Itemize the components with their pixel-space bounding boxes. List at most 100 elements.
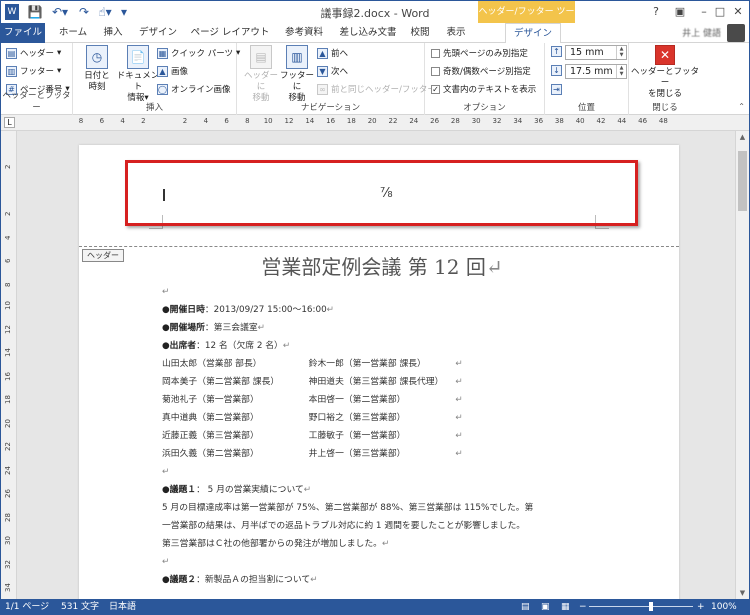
ruler-tick: 22 [388,117,398,125]
agenda-2-line: ●議題２：新製品Ａの担当割について↵ [162,575,318,585]
header-button[interactable]: ▤ ヘッダー ▾ [6,46,61,60]
ruler-tick: 30 [471,117,481,125]
previous-button[interactable]: ▲ 前へ [317,46,348,60]
web-layout-icon[interactable]: ▦ [561,599,570,614]
vertical-scrollbar[interactable]: ▲ ▼ [735,131,749,599]
document-info-button[interactable]: 📄 ドキュメント 情報▾ [115,45,161,104]
user-name[interactable]: 井上 健語 [682,26,721,39]
document-info-icon: 📄 [127,45,149,69]
zoom-slider[interactable] [589,606,693,607]
zoom-level[interactable]: 100% [711,599,737,614]
close-window-button[interactable]: ✕ [727,3,749,21]
horizontal-ruler[interactable]: 8 6 4 2 2 4 6 8 10 12 14 16 18 20 22 24 26 28 30 32 34 36 38 40… [78,117,679,129]
vertical-ruler[interactable]: 2 2 4 6 8 10 12 14 16 18 20 22 24 26 28 30 32 34 [1,131,17,599]
goto-footer-button[interactable]: ▥ フッターに 移動 [277,45,317,104]
print-layout-icon[interactable]: ▣ [541,599,550,614]
attendee-name: 浜田久義（第二営業部） [162,449,259,459]
show-doc-text-checkbox[interactable]: ✓ 文書内のテキストを表示 [431,82,536,96]
header-tag: ヘッダー [82,249,124,262]
ruler-tick: 4 [120,117,125,125]
scroll-thumb[interactable] [738,151,747,211]
zoom-out-button[interactable]: − [579,599,587,614]
attendee-name: 工藤敏子（第一営業部） [308,431,406,441]
footer-position-input[interactable]: 17.5 mm ▲ ▼ [565,64,627,79]
first-page-checkbox[interactable]: 先頭ページのみ別指定 [431,46,528,60]
ruler-tick: 6 [224,117,229,125]
meeting-place-line: ●開催場所：第三会議室↵ [162,323,266,333]
ruler-tick: 8 [78,117,84,125]
link-previous-button[interactable]: ∞ 前と同じヘッダー/フッター [317,82,436,96]
word-count[interactable]: 531 文字 [61,599,99,614]
odd-even-checkbox[interactable]: 奇数/偶数ページ別指定 [431,64,531,78]
ruler-tick: 14 [305,117,315,125]
spin-arrows-icon[interactable]: ▲ ▼ [616,46,626,59]
tab-review[interactable]: 校閲 [405,23,435,43]
header-position-icon: ↑ [551,46,562,57]
attendee-row: 近藤正義（第三営業部） 工藤敏子（第一営業部） ↵ [162,427,602,445]
paragraph-mark-icon: ↵ [455,413,463,423]
previous-icon: ▲ [317,47,328,59]
ruler-tick: 40 [575,117,585,125]
paragraph-mark-icon: ↵ [455,377,463,387]
footer-button[interactable]: ▥ フッター ▾ [6,64,61,78]
collapse-ribbon-icon[interactable]: ⌃ [738,102,745,111]
scroll-up-icon[interactable]: ▲ [736,133,749,141]
picture-button[interactable]: ▲ 画像 [157,64,188,78]
ruler-tick: 12 [4,324,12,334]
scroll-down-icon[interactable]: ▼ [736,589,749,597]
tab-header-footer-design[interactable]: デザイン [505,23,561,44]
tab-file[interactable]: ファイル [1,23,45,43]
ruler-tick: 18 [4,395,12,404]
tab-insert[interactable]: 挿入 [97,23,129,43]
tab-home[interactable]: ホーム [53,23,93,43]
ruler-tick: 46 [638,117,648,125]
tab-page-layout[interactable]: ページ レイアウト [187,23,273,43]
next-icon: ▼ [317,65,328,77]
attendee-name: 神田道夫（第三営業部 課長代理） [308,377,444,387]
link-icon: ∞ [317,83,328,95]
online-picture-button[interactable]: ◯ オンライン画像 [157,82,231,96]
zoom-slider-knob[interactable] [649,602,653,611]
ruler-tick: 14 [4,348,12,357]
header-position-input[interactable]: 15 mm ▲ ▼ [565,45,627,60]
next-button[interactable]: ▼ 次へ [317,64,348,78]
date-time-button[interactable]: ◷ 日付と 時刻 [79,45,115,93]
read-mode-icon[interactable]: ▤ [521,599,530,614]
help-button[interactable]: ? [645,3,667,21]
goto-footer-icon: ▥ [286,45,308,69]
page-count[interactable]: 1/1 ページ [5,599,49,614]
meeting-date-line: ●開催日時：2013/09/27 15:00～16:00↵ [162,305,335,315]
ruler-tick: 2 [4,164,12,169]
ruler-tick: 34 [4,583,12,592]
avatar[interactable] [727,24,745,42]
tab-selector[interactable]: L [4,117,15,128]
ribbon-options-icon[interactable]: ▣ [669,3,691,21]
tab-references[interactable]: 参考資料 [279,23,329,43]
tab-view[interactable]: 表示 [441,23,471,43]
footer-position-icon: ↓ [551,65,562,76]
language-indicator[interactable]: 日本語 [109,599,136,614]
close-icon: ✕ [655,45,675,65]
zoom-in-button[interactable]: + [697,599,705,614]
ruler-tick: 42 [596,117,606,125]
goto-header-button[interactable]: ▤ ヘッダーに 移動 [241,45,281,104]
ruler-tick: 2 [4,211,12,216]
picture-icon: ▲ [157,65,168,77]
tab-mailings[interactable]: 差し込み文書 [335,23,401,43]
ruler-tick: 26 [4,489,12,498]
close-header-footer-button[interactable]: ✕ ヘッダーとフッター を閉じる [631,45,699,100]
insert-alignment-tab-icon[interactable]: ⇥ [551,84,562,95]
group-insert: ◷ 日付と 時刻 📄 ドキュメント 情報▾ ▦ クイック パーツ ▾ ▲ 画像 ◯ オンライン画… [73,43,240,115]
ruler-tick: 24 [4,465,12,475]
tab-design-main[interactable]: デザイン [135,23,181,43]
header-separator [79,246,679,247]
attendee-name: 菊池礼子（第一営業部） [162,395,259,405]
ruler-tick: 16 [326,117,336,125]
document-body[interactable]: 営業部定例会議 第 12 回↵ ↵ ●開催日時：2013/09/27 15:00… [162,253,602,589]
quick-parts-button[interactable]: ▦ クイック パーツ ▾ [157,46,240,60]
spin-arrows-icon[interactable]: ▲ ▼ [616,65,626,78]
ruler-tick: 44 [617,117,627,125]
header-icon: ▤ [6,47,17,59]
group-options: 先頭ページのみ別指定 奇数/偶数ページ別指定 ✓ 文書内のテキストを表示 オプショ… [425,43,545,115]
group-label: 閉じる [652,103,678,113]
